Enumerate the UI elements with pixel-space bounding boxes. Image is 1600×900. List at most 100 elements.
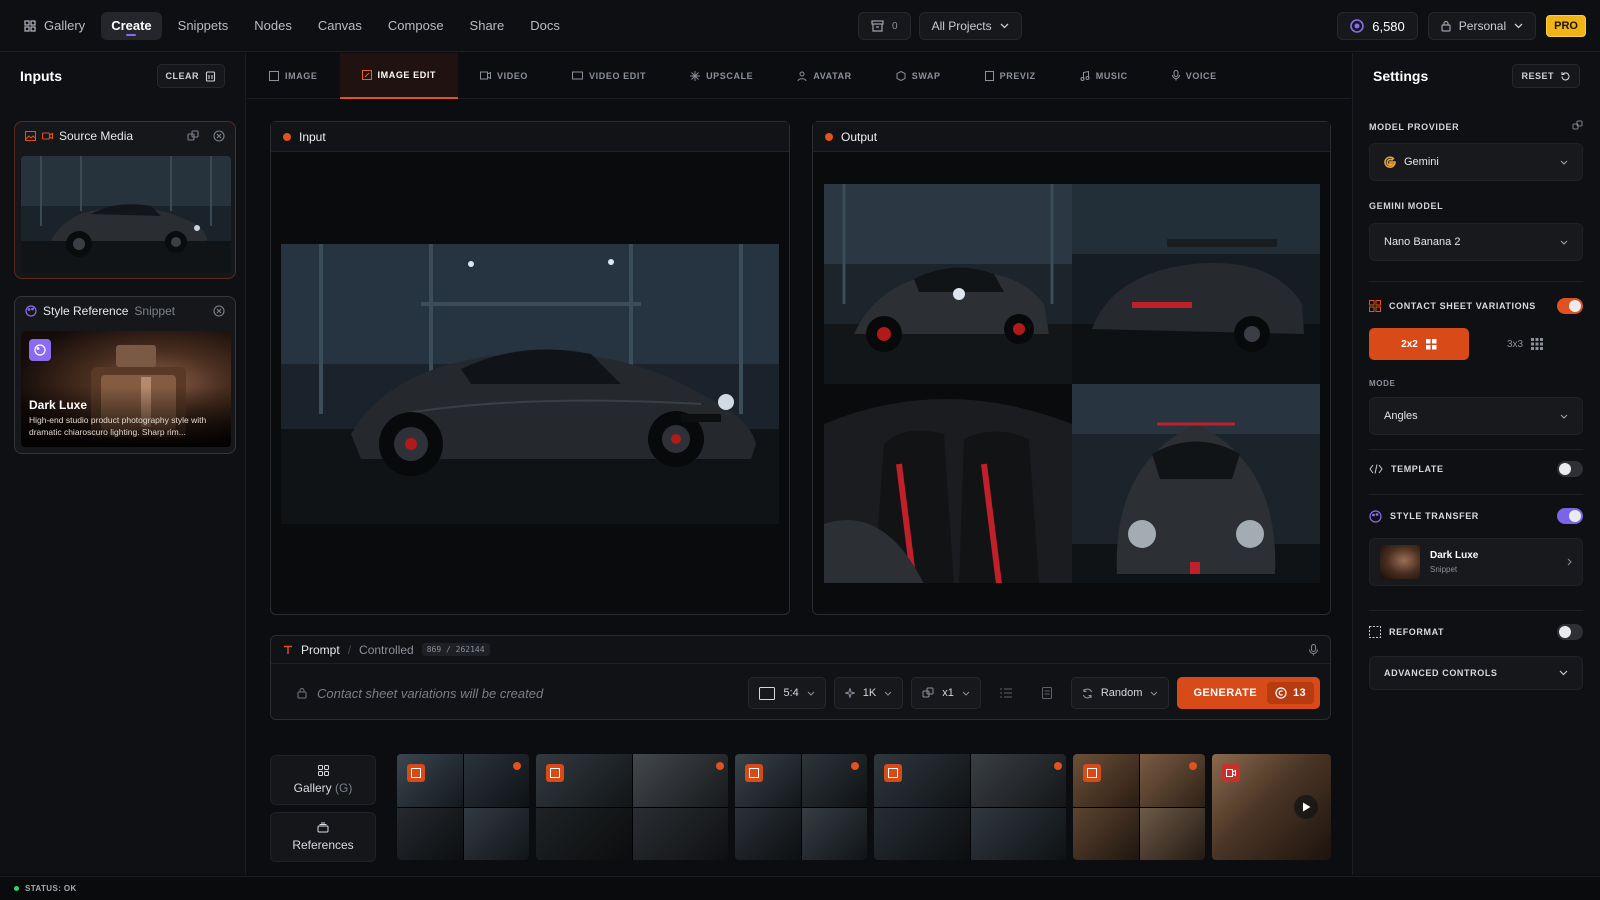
car-rear-three-quarter-image (1072, 184, 1320, 384)
tab-previz[interactable]: PREVIZ (963, 53, 1058, 99)
resolution-select[interactable]: 1K (833, 677, 904, 709)
source-media-thumbnail[interactable] (21, 156, 231, 273)
microphone-icon[interactable] (1309, 643, 1318, 656)
style-reference-card[interactable]: Style Reference Snippet Dark Luxe High-e… (14, 296, 236, 454)
style-transfer-toggle[interactable] (1557, 508, 1583, 524)
gallery-item-3[interactable] (735, 754, 867, 860)
style-thumbnail (1380, 545, 1420, 579)
references-button[interactable]: References (270, 812, 376, 862)
advanced-controls-expander[interactable]: ADVANCED CONTROLS (1369, 656, 1583, 690)
gallery-item-2[interactable] (536, 754, 728, 860)
tab-upscale[interactable]: UPSCALE (668, 53, 775, 99)
tab-voice[interactable]: VOICE (1150, 53, 1239, 99)
palette-icon (34, 344, 46, 356)
text-icon (284, 645, 292, 654)
edit-badge-icon (1083, 764, 1101, 782)
reset-button[interactable]: RESET (1512, 64, 1580, 88)
cart-button[interactable]: 0 (858, 12, 911, 40)
workspace-label: Personal (1458, 19, 1507, 33)
gallery-shortcut: (G) (335, 781, 353, 795)
contact-sheet-toggle[interactable] (1557, 298, 1583, 314)
nav-create[interactable]: Create (101, 11, 162, 40)
style-badge-icon (29, 339, 51, 361)
style-reference-subtitle: Snippet (134, 304, 176, 318)
list-button[interactable] (989, 677, 1023, 709)
gallery-item-1[interactable] (397, 754, 529, 860)
gallery-item-5[interactable] (1073, 754, 1205, 860)
gemini-model-select[interactable]: Nano Banana 2 (1369, 223, 1583, 261)
link-icon[interactable] (187, 130, 199, 142)
grid-2x2-option[interactable]: 2x2 (1369, 328, 1469, 360)
nav-docs[interactable]: Docs (520, 12, 570, 40)
workspace-selector[interactable]: Personal (1427, 12, 1537, 40)
tab-avatar[interactable]: AVATAR (775, 53, 873, 99)
tab-swap[interactable]: SWAP (874, 53, 963, 99)
output-variation-2[interactable] (1072, 184, 1320, 384)
reformat-toggle[interactable] (1557, 624, 1583, 640)
prompt-controls-row: Contact sheet variations will be created… (281, 677, 1320, 709)
nav-gallery[interactable]: Gallery (14, 12, 95, 40)
nav-nodes-label: Nodes (254, 18, 292, 33)
input-frame-title: Input (299, 129, 326, 144)
template-toggle[interactable] (1557, 461, 1583, 477)
close-icon[interactable] (213, 130, 225, 142)
settings-panel-header: Settings RESET (1353, 53, 1600, 99)
gallery-item-video[interactable] (1212, 754, 1331, 860)
code-icon (1369, 464, 1383, 474)
plan-badge[interactable]: PRO (1546, 15, 1586, 37)
inputs-title: Inputs (20, 68, 62, 84)
style-reference-thumbnail[interactable]: Dark Luxe High-end studio product photog… (21, 331, 231, 447)
chevron-down-icon (1151, 691, 1158, 696)
stack-icon (317, 822, 329, 833)
document-button[interactable] (1031, 677, 1063, 709)
nav-snippets[interactable]: Snippets (168, 12, 239, 40)
batch-count-value: x1 (942, 687, 954, 699)
grid-3x3-option[interactable]: 3x3 (1475, 328, 1575, 360)
prompt-mode[interactable]: Controlled (359, 643, 414, 657)
nav-canvas[interactable]: Canvas (308, 12, 372, 40)
style-transfer-selection[interactable]: Dark Luxe Snippet (1369, 538, 1583, 586)
nav-compose[interactable]: Compose (378, 12, 454, 40)
close-icon[interactable] (213, 305, 225, 317)
input-frame-header: Input (271, 122, 789, 152)
prompt-panel: Prompt / Controlled 869 / 262144 Contact… (270, 635, 1331, 720)
output-variation-4[interactable] (1072, 383, 1320, 583)
gallery-thumb (1139, 807, 1205, 860)
grid-icon (1369, 300, 1381, 312)
play-button[interactable] (1294, 795, 1318, 819)
palette-icon (25, 305, 37, 317)
tab-image[interactable]: IMAGE (247, 53, 340, 99)
prompt-title: Prompt (301, 642, 340, 657)
generate-button[interactable]: GENERATE 13 (1177, 677, 1320, 709)
tab-video[interactable]: VIDEO (458, 53, 550, 99)
nav-docs-label: Docs (530, 18, 560, 33)
toggle-knob (1569, 300, 1581, 312)
output-variation-1[interactable] (824, 184, 1072, 384)
output-variation-3[interactable] (824, 383, 1072, 583)
link-icon[interactable] (1572, 120, 1583, 131)
model-provider-select[interactable]: Gemini (1369, 143, 1583, 181)
toggle-knob (1559, 626, 1571, 638)
mode-select[interactable]: Angles (1369, 397, 1583, 435)
lock-icon (1441, 20, 1451, 32)
edit-badge-icon (546, 764, 564, 782)
project-selector[interactable]: All Projects (918, 12, 1022, 40)
tab-music[interactable]: MUSIC (1058, 53, 1150, 99)
input-image[interactable] (281, 244, 779, 524)
clear-button[interactable]: CLEAR (156, 64, 225, 88)
batch-count-select[interactable]: x1 (911, 677, 981, 709)
aspect-ratio-select[interactable]: 5:4 (748, 677, 826, 709)
gallery-button[interactable]: Gallery (G) (270, 755, 376, 805)
gallery-thumb (970, 807, 1066, 860)
seed-select[interactable]: Random (1070, 677, 1170, 709)
prompt-input[interactable]: Contact sheet variations will be created (281, 677, 740, 709)
nav-nodes[interactable]: Nodes (244, 12, 302, 40)
gallery-item-4[interactable] (874, 754, 1066, 860)
output-contact-sheet[interactable] (824, 184, 1320, 583)
tab-image-edit[interactable]: IMAGE EDIT (339, 52, 459, 99)
tab-video-edit[interactable]: VIDEO EDIT (550, 53, 668, 99)
credits-display[interactable]: 6,580 (1337, 12, 1418, 40)
credits-coin-icon (1275, 687, 1287, 699)
source-media-card[interactable]: Source Media (14, 121, 236, 279)
nav-share[interactable]: Share (460, 12, 515, 40)
